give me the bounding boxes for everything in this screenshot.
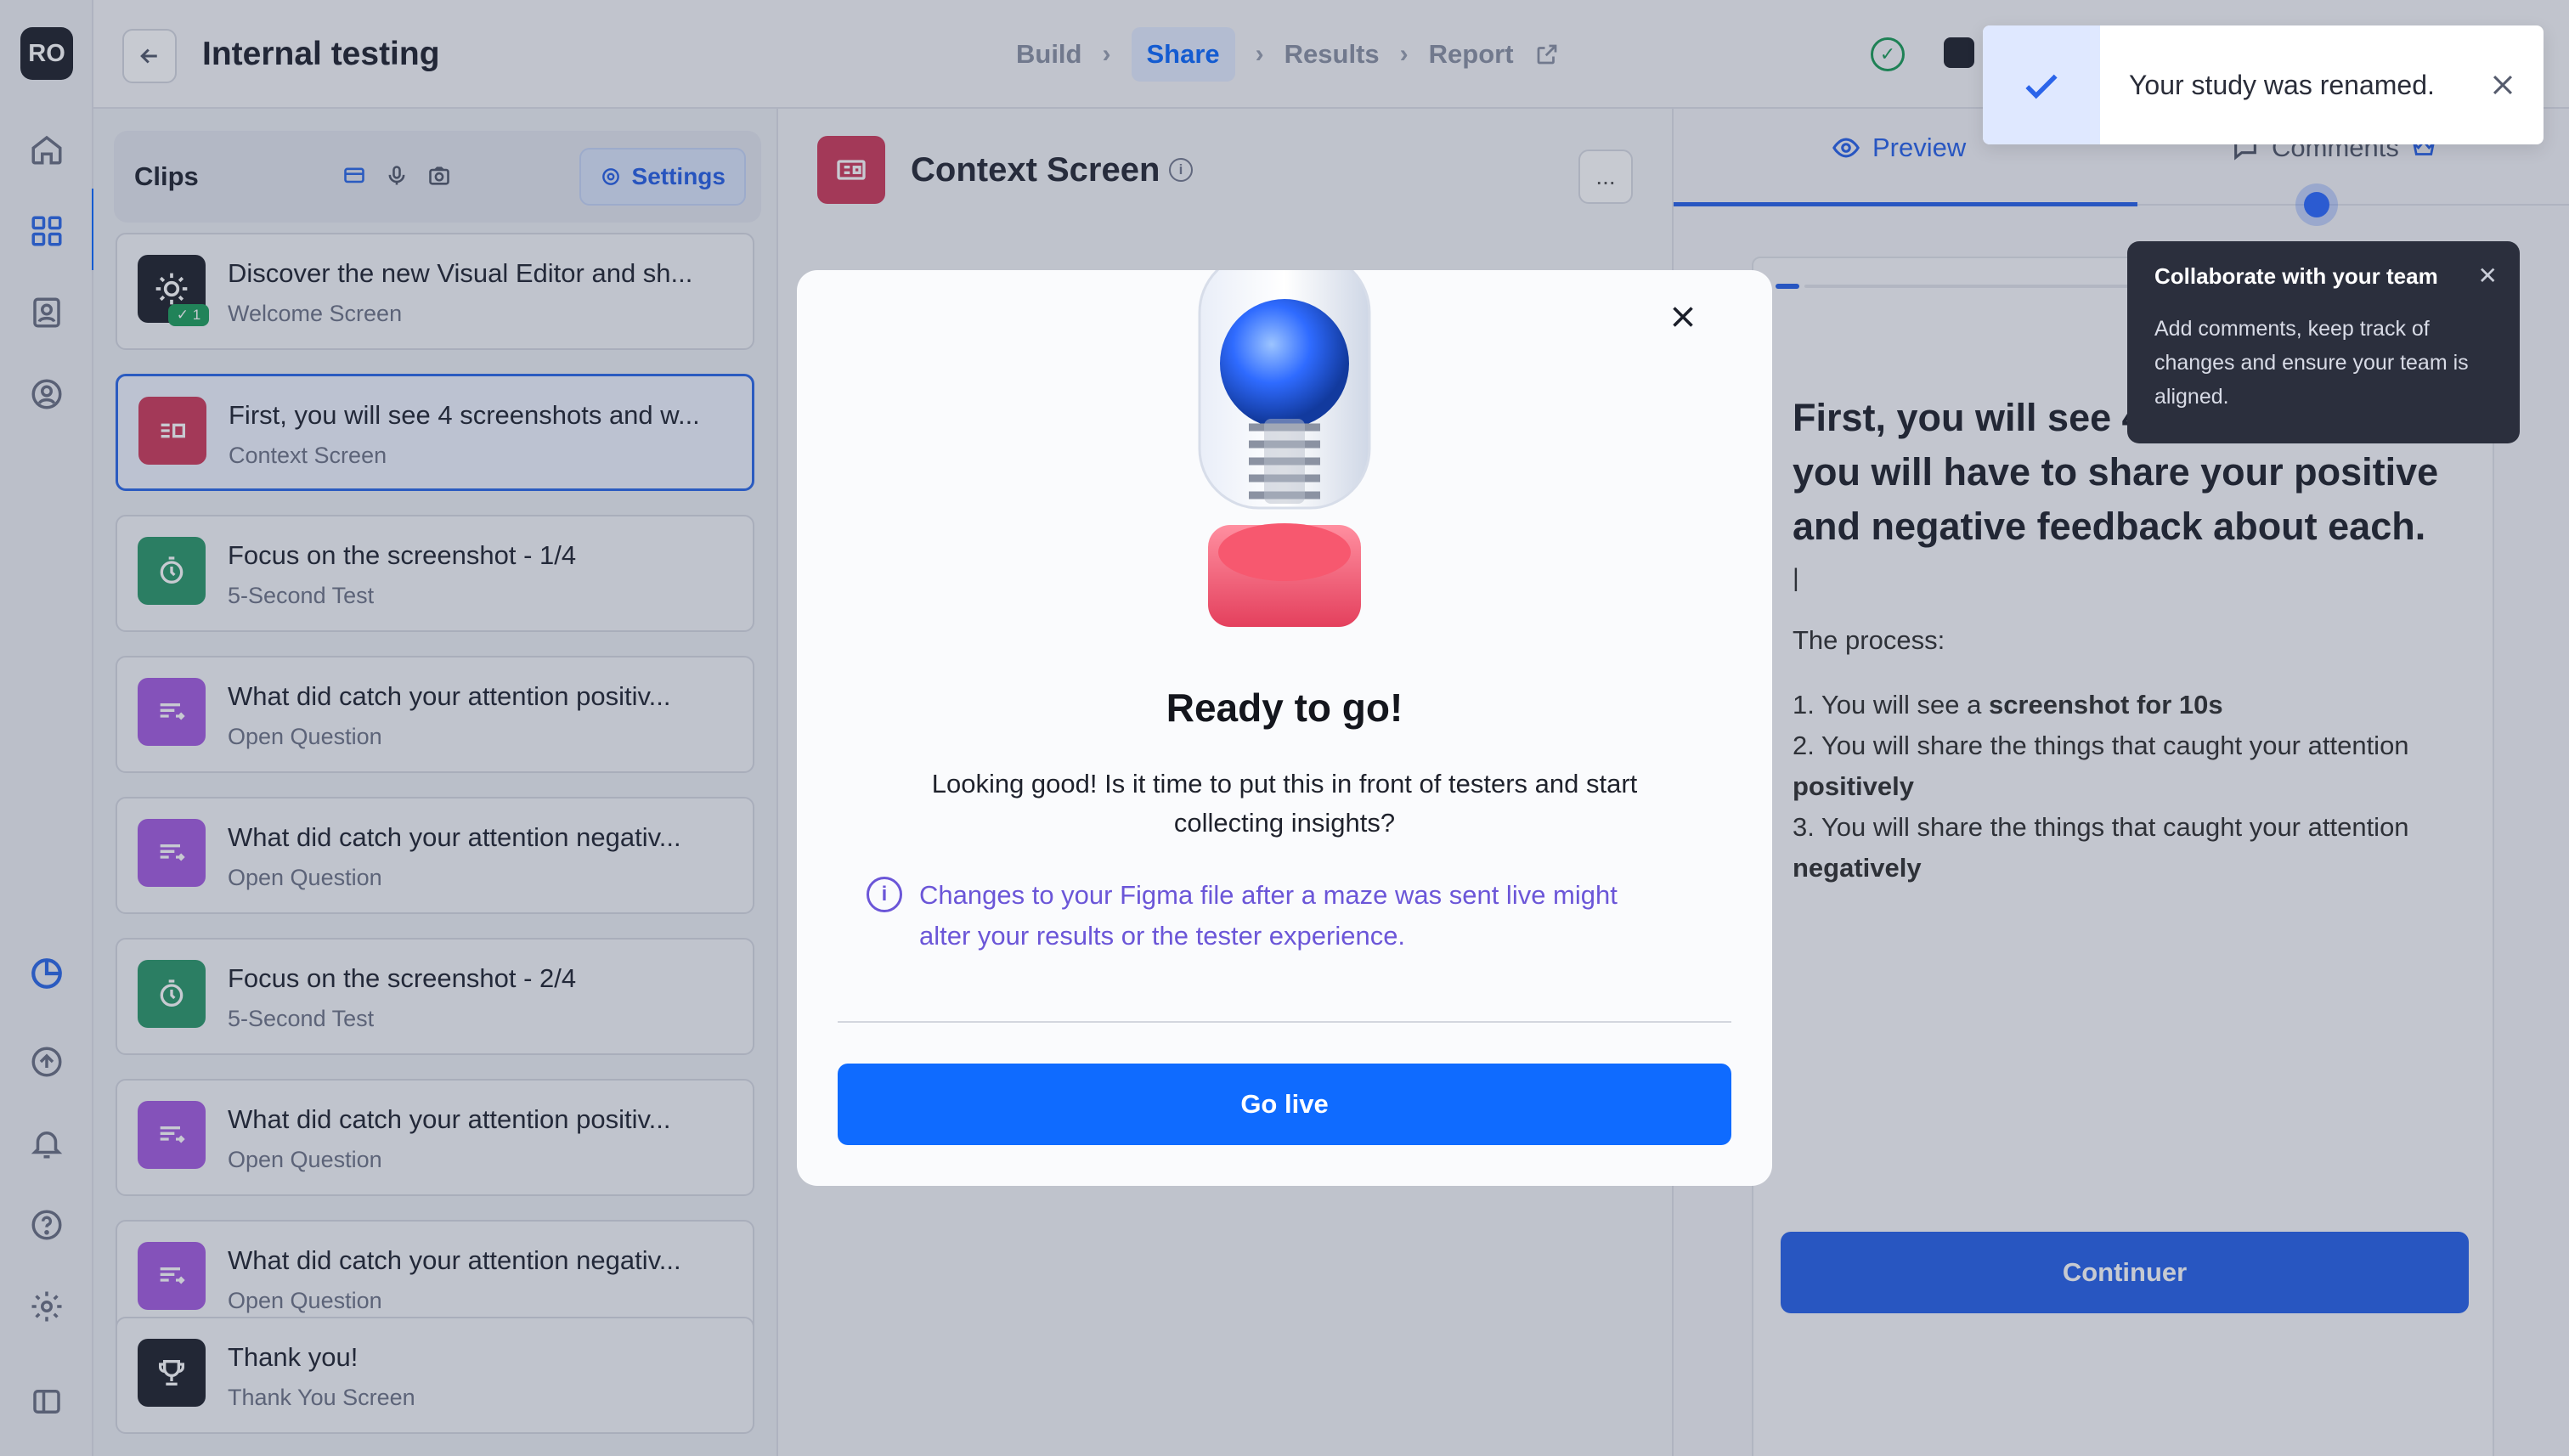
launch-button-illustration (1198, 270, 1371, 627)
go-live-button[interactable]: Go live (838, 1064, 1731, 1145)
info-icon: i (867, 877, 902, 912)
rename-toast: Your study was renamed. (1983, 25, 2544, 144)
modal-title: Ready to go! (1166, 686, 1403, 730)
toast-message: Your study was renamed. (2129, 69, 2435, 100)
toast-status (1983, 25, 2100, 144)
close-icon (2493, 75, 2513, 95)
tooltip-body: Add comments, keep track of changes and … (2154, 317, 2469, 409)
figma-warning-text: Changes to your Figma file after a maze … (919, 880, 1618, 951)
tooltip-title: Collaborate with your team (2154, 263, 2438, 289)
checkmark-icon (2025, 74, 2058, 99)
modal-divider (838, 1021, 1731, 1023)
close-icon (1673, 307, 1693, 327)
go-live-modal: Ready to go! Looking good! Is it time to… (797, 270, 1772, 1186)
toast-close-button[interactable] (2462, 25, 2544, 144)
collaborate-tooltip: Collaborate with your team Add comments,… (2127, 241, 2520, 443)
figma-warning: i Changes to your Figma file after a maz… (867, 875, 1674, 957)
close-icon[interactable]: ✕ (2478, 262, 2498, 290)
close-modal-button[interactable] (1662, 296, 1704, 338)
modal-body: Looking good! Is it time to put this in … (931, 769, 1638, 838)
